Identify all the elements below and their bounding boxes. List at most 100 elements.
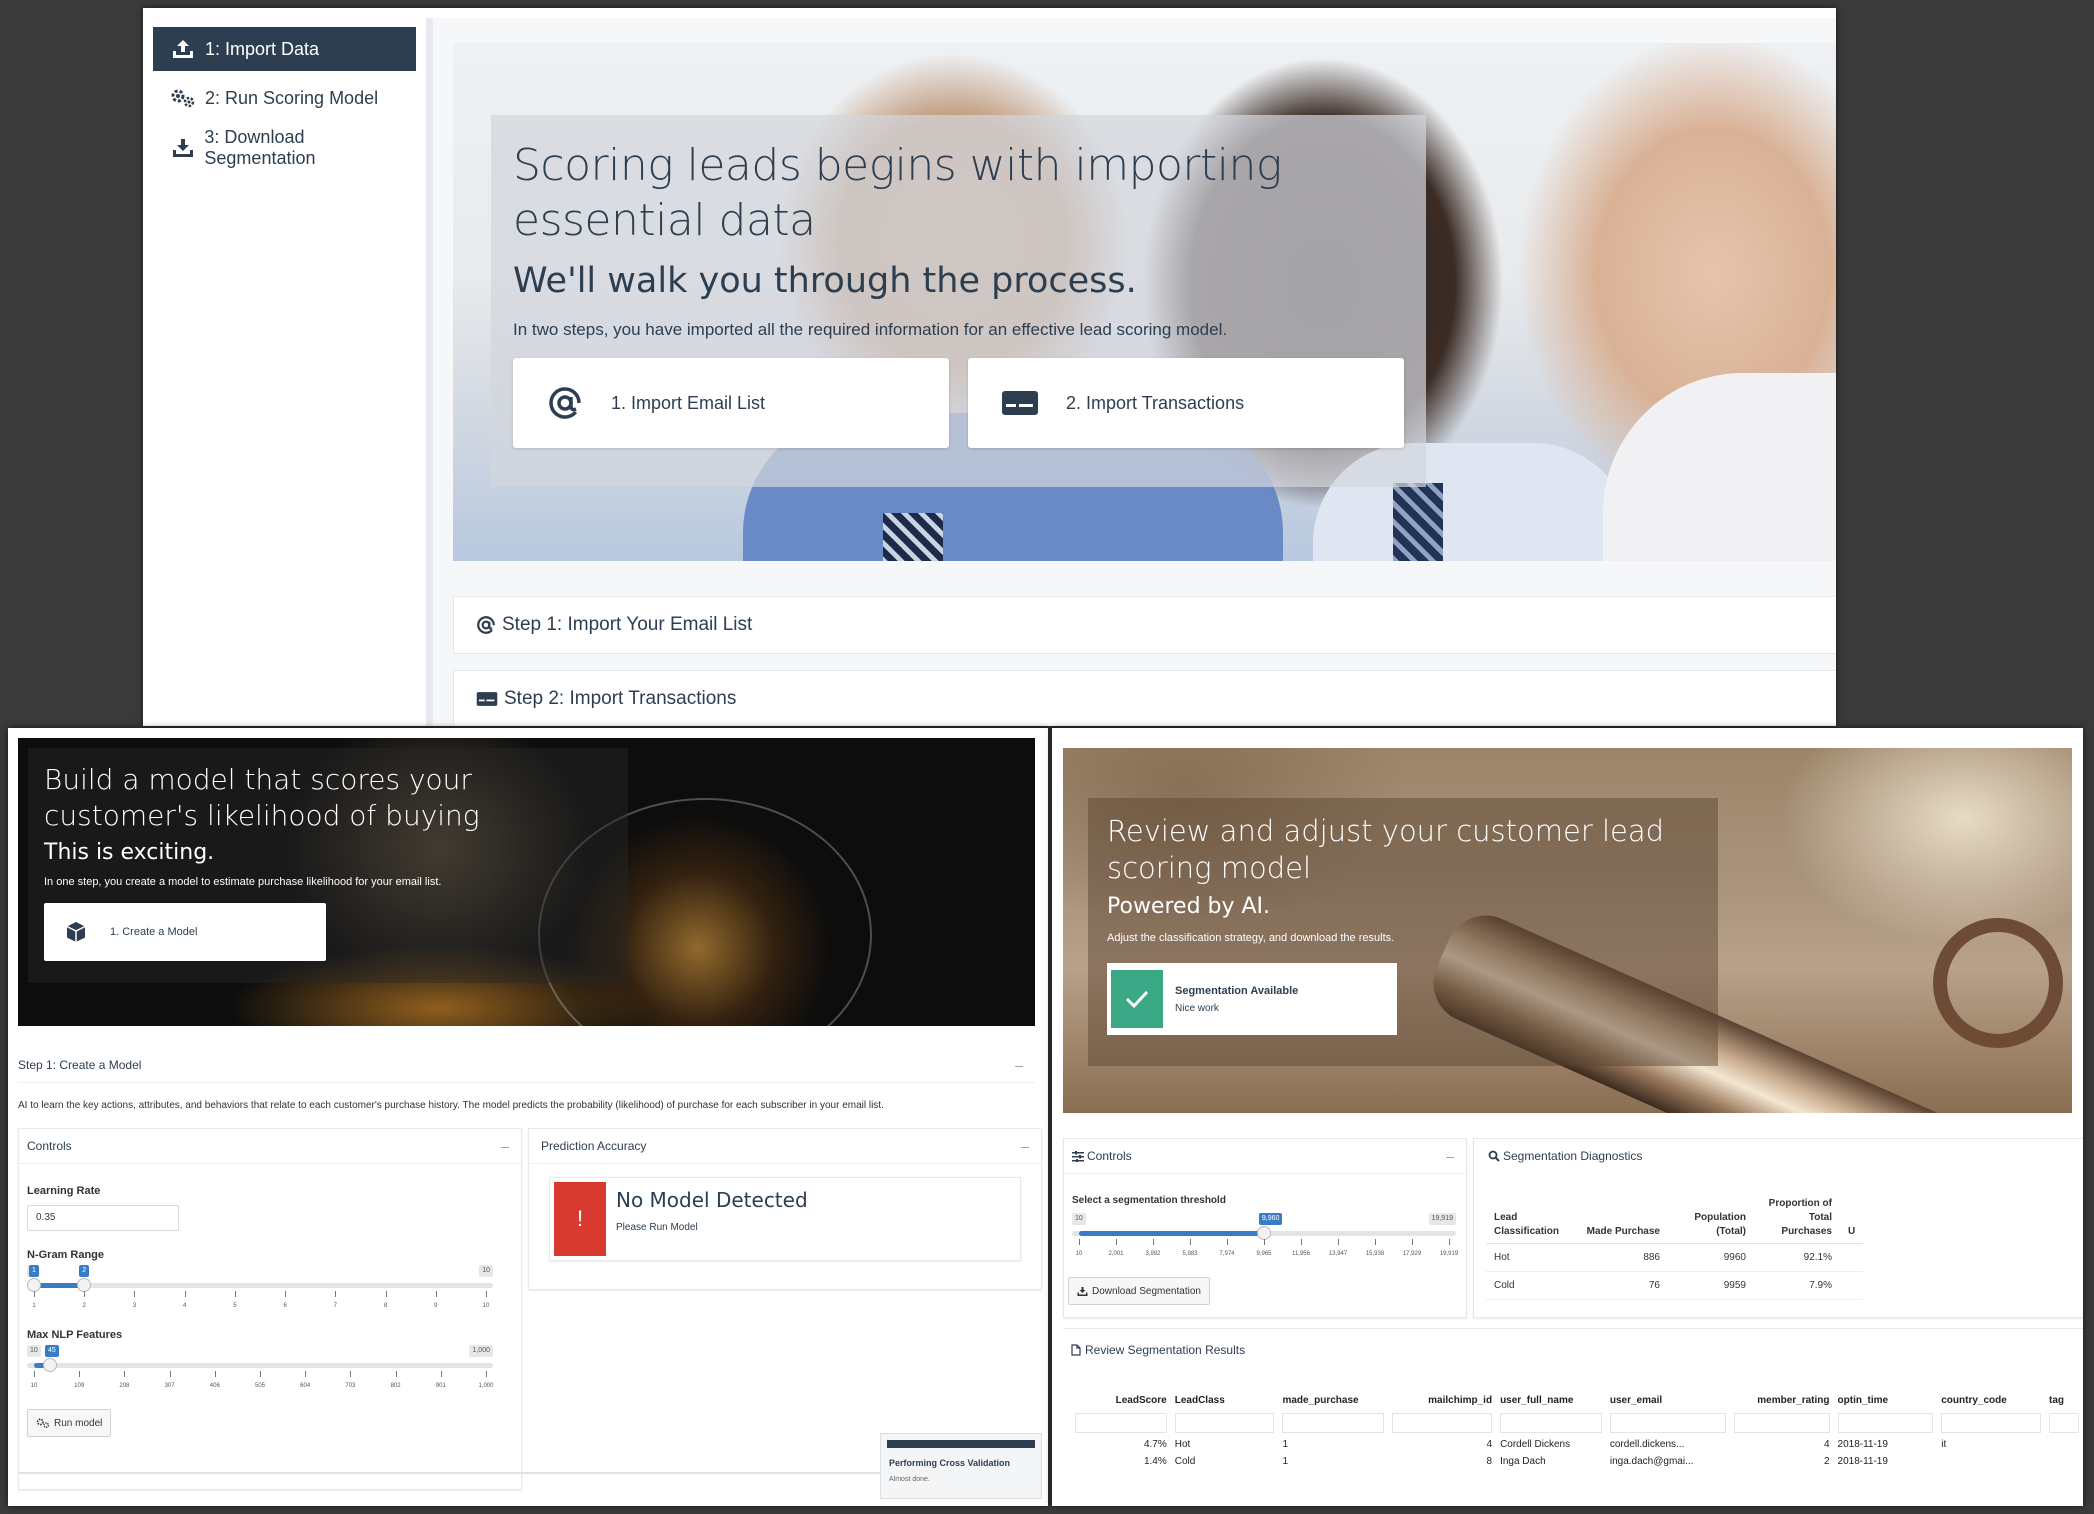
slider-handle[interactable] bbox=[27, 1278, 41, 1292]
slider-tick-label: 802 bbox=[390, 1383, 401, 1389]
hero-description: In one step, you create a model to estim… bbox=[44, 876, 442, 888]
at-sign-icon bbox=[476, 615, 496, 635]
table-cell: 1 bbox=[1282, 1456, 1288, 1467]
table-header-cell[interactable]: user_full_name bbox=[1496, 1391, 1606, 1410]
slider-handle[interactable] bbox=[77, 1278, 92, 1292]
segmentation-card-subtitle: Nice work bbox=[1175, 1002, 1219, 1014]
step-title: Step 1: Create a Model bbox=[18, 1058, 142, 1072]
table-header-cell[interactable]: member_rating bbox=[1730, 1391, 1834, 1410]
slider-tick bbox=[1301, 1239, 1302, 1245]
minimize-icon[interactable]: – bbox=[1021, 1138, 1029, 1154]
table-row[interactable]: 4.7% Hot 1 4 Cordell Dickens cordell.dickens.… bbox=[1071, 1436, 2083, 1453]
hero-subtitle: We'll walk you through the process. bbox=[513, 261, 1137, 301]
slider-tick bbox=[486, 1291, 487, 1297]
table-cell: 2018-11-19 bbox=[1837, 1439, 1888, 1450]
column-filter-input[interactable] bbox=[1174, 1413, 1275, 1433]
table-cell: Cold bbox=[1174, 1456, 1196, 1467]
column-filter-input[interactable] bbox=[2049, 1413, 2079, 1433]
minimize-icon[interactable]: – bbox=[1015, 1057, 1023, 1073]
slider-tick-label: 8 bbox=[383, 1303, 388, 1309]
slider-tick bbox=[335, 1291, 337, 1297]
step-header[interactable]: Step 1: Create a Model – bbox=[18, 1048, 1035, 1083]
table-cell: 4.7% bbox=[1143, 1439, 1167, 1450]
column-filter-input[interactable] bbox=[1282, 1413, 1385, 1433]
slider-tick-label: 1 bbox=[32, 1303, 36, 1309]
checkmark-icon bbox=[1111, 970, 1163, 1028]
warning-icon: ! bbox=[554, 1182, 606, 1256]
minimize-icon[interactable]: – bbox=[501, 1138, 509, 1154]
slider-tick bbox=[1412, 1239, 1413, 1245]
table-cell bbox=[1840, 1243, 1864, 1272]
slider-tick bbox=[169, 1371, 171, 1377]
sidebar-item-download-segmentation[interactable]: 3: Download Segmentation bbox=[153, 126, 416, 170]
run-model-button[interactable]: Run model bbox=[27, 1409, 112, 1437]
slider-max-label: 19,919 bbox=[1428, 1213, 1456, 1225]
slider-tick-label: 3 bbox=[132, 1303, 137, 1309]
slider-max-label: 1,000 bbox=[469, 1345, 493, 1357]
table-header-cell[interactable]: optin_time bbox=[1834, 1391, 1938, 1410]
table-header-cell[interactable]: LeadClass bbox=[1171, 1391, 1279, 1410]
slider-tick-label: 1,000 bbox=[478, 1383, 494, 1389]
minimize-icon[interactable]: – bbox=[1446, 1148, 1454, 1164]
column-filter-input[interactable] bbox=[1500, 1413, 1602, 1433]
controls-title: Controls bbox=[27, 1139, 72, 1153]
slider-value-label: 9,960 bbox=[1258, 1213, 1283, 1225]
table-cell: 2018-11-19 bbox=[1837, 1456, 1888, 1467]
table-header-row: Lead Classification Made Purchase Populati… bbox=[1486, 1193, 1864, 1244]
slider-tick bbox=[214, 1371, 216, 1377]
column-filter-input[interactable] bbox=[1075, 1413, 1167, 1433]
column-filter-cell bbox=[1834, 1410, 1938, 1436]
download-segmentation-button[interactable]: Download Segmentation bbox=[1068, 1277, 1210, 1305]
slider-tick-label: 10 bbox=[482, 1303, 490, 1309]
prediction-accuracy-title: Prediction Accuracy bbox=[541, 1139, 647, 1153]
create-model-button[interactable]: 1. Create a Model bbox=[44, 903, 326, 961]
column-filter-input[interactable] bbox=[1609, 1413, 1726, 1433]
table-header-cell[interactable]: tag bbox=[2045, 1391, 2083, 1410]
slider-tick bbox=[440, 1371, 442, 1377]
sidebar-item-run-scoring-model[interactable]: 2: Run Scoring Model bbox=[153, 76, 416, 120]
file-icon bbox=[1071, 1344, 1081, 1356]
import-transactions-button[interactable]: 2. Import Transactions bbox=[968, 358, 1404, 448]
table-cell bbox=[1840, 1271, 1864, 1300]
table-header-cell[interactable]: made_purchase bbox=[1278, 1391, 1388, 1410]
table-header-cell[interactable]: LeadScore bbox=[1071, 1391, 1171, 1410]
table-header-cell: Made Purchase bbox=[1572, 1193, 1668, 1244]
progress-bar bbox=[887, 1440, 1035, 1448]
slider-tick bbox=[1449, 1239, 1450, 1245]
slider-handle[interactable] bbox=[42, 1358, 57, 1372]
slider-tick-label: 208 bbox=[119, 1383, 130, 1389]
slider-tick-label: 307 bbox=[164, 1383, 175, 1389]
column-filter-input[interactable] bbox=[1837, 1413, 1934, 1433]
column-filter-input[interactable] bbox=[1941, 1413, 2042, 1433]
credit-card-icon bbox=[476, 691, 498, 707]
slider-tick bbox=[1079, 1239, 1080, 1245]
max-nlp-features-slider[interactable]: 10 1,000 45 10 109 208 307 406 505 604 703 802 901 1,… bbox=[27, 1345, 494, 1399]
learning-rate-label: Learning Rate bbox=[27, 1185, 101, 1197]
slider-handle[interactable] bbox=[1256, 1226, 1271, 1240]
slider-tick-label: 9 bbox=[434, 1303, 438, 1309]
slider-tick bbox=[395, 1371, 397, 1377]
download-segmentation-screen: Review and adjust your customer lead sco… bbox=[1052, 728, 2083, 1506]
ngram-range-slider[interactable]: 1101212345678910 bbox=[27, 1265, 493, 1319]
table-header-cell[interactable]: user_email bbox=[1606, 1391, 1730, 1410]
import-email-list-button[interactable]: 1. Import Email List bbox=[513, 358, 949, 448]
slider-tick-label: 109 bbox=[74, 1383, 85, 1389]
slider-tick-label: 10 bbox=[30, 1383, 38, 1389]
step-import-transactions[interactable]: Step 2: Import Transactions bbox=[453, 670, 1836, 726]
table-row[interactable]: 1.4% Cold 1 8 Inga Dach inga.dach@gmai... 2 201… bbox=[1071, 1453, 2083, 1470]
column-filter-input[interactable] bbox=[1733, 1413, 1830, 1433]
segmentation-threshold-slider[interactable]: 10 19,919 9,960 10 2,001 3,992 5,983 7,974 9,965… bbox=[1072, 1213, 1458, 1263]
table-cell: 1 bbox=[1282, 1439, 1288, 1450]
step-import-email-list[interactable]: Step 1: Import Your Email List bbox=[453, 596, 1836, 654]
column-filter-input[interactable] bbox=[1392, 1413, 1493, 1433]
slider-value-label: 2 bbox=[79, 1265, 90, 1277]
slider-tick bbox=[234, 1291, 236, 1297]
table-header-cell: U bbox=[1840, 1193, 1864, 1244]
hero-photo-shape bbox=[883, 513, 943, 561]
table-header-cell[interactable]: country_code bbox=[1937, 1391, 2045, 1410]
table-header-cell[interactable]: mailchimp_id bbox=[1388, 1391, 1496, 1410]
sidebar-item-import-data[interactable]: 1: Import Data bbox=[153, 27, 416, 71]
learning-rate-input[interactable]: 0.35 bbox=[27, 1205, 179, 1231]
table-cell: 9959 bbox=[1668, 1271, 1754, 1300]
column-filter-cell bbox=[1071, 1410, 1171, 1436]
